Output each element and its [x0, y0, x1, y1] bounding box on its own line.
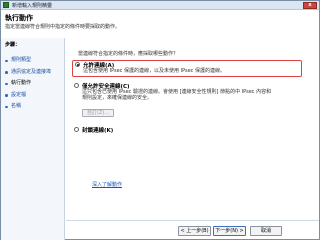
main-content: 當連線符合指定的條件時，應採取哪些動作？ 允許連線(A) 這包含使用 IPsec… — [66, 38, 319, 240]
page-description: 指定當連線符合規則中指定的條件時要採取的動作。 — [5, 24, 121, 30]
step-bullet-icon — [5, 94, 8, 97]
step-label: 執行動作 — [11, 80, 32, 86]
customize-button[interactable]: 自訂(Z)... — [82, 109, 114, 117]
allow-secure-radio[interactable] — [74, 83, 79, 88]
allow-secure-description-line: 規則設定，來確保連線的安全。 — [82, 95, 153, 101]
step-name[interactable]: 名稱 — [1, 101, 65, 113]
step-bullet-icon — [5, 59, 8, 62]
block-connection-option[interactable]: 封鎖連線(K) — [72, 126, 302, 136]
close-button[interactable]: x — [303, 2, 317, 9]
step-rule-type[interactable]: 規則類型 — [1, 55, 65, 67]
allow-connection-radio[interactable] — [75, 62, 80, 67]
page-title: 執行動作 — [5, 14, 33, 22]
allow-connection-option[interactable]: 允許連線(A) 這包含使用 IPsec 保護的連線，以及未使用 IPsec 保護… — [72, 60, 302, 77]
step-bullet-icon — [5, 82, 8, 85]
steps-heading: 步驟： — [5, 42, 21, 48]
step-label: 名稱 — [11, 103, 22, 109]
allow-secure-option[interactable]: 僅允許安全連線(C) 這只包含已使用 IPsec 驗證的連線。會使用 [連線安全… — [72, 82, 302, 120]
step-label: 設定檔 — [11, 91, 27, 98]
steps-sidebar: 步驟： 規則類型 通訊協定及連接埠 執行動作 設定檔 名稱 — [1, 38, 65, 240]
step-protocol-ports[interactable]: 通訊協定及連接埠 — [1, 67, 65, 79]
cancel-button[interactable]: 取消 — [250, 226, 282, 236]
allow-connection-description: 這包含使用 IPsec 保護的連線，以及未使用 IPsec 保護的連線。 — [83, 68, 226, 74]
footer-divider — [66, 220, 319, 221]
next-button[interactable]: 下一步(N) > — [213, 226, 246, 236]
step-bullet-icon — [5, 71, 8, 74]
learn-more-link[interactable]: 深入了解動作 — [92, 181, 122, 188]
allow-secure-description: 這只包含已使用 IPsec 驗證的連線。會使用 [連線安全性規則] 節點的中 I… — [82, 89, 271, 101]
step-action[interactable]: 執行動作 — [1, 78, 65, 90]
step-label: 通訊協定及連接埠 — [11, 68, 52, 75]
steps-list: 規則類型 通訊協定及連接埠 執行動作 設定檔 名稱 — [1, 55, 65, 113]
title-bar[interactable]: 新增輸入規則精靈 x — [1, 1, 319, 10]
step-bullet-icon — [5, 105, 8, 108]
window-title: 新增輸入規則精靈 — [12, 3, 53, 9]
wizard-header: 執行動作 指定當連線符合規則中指定的條件時要採取的動作。 — [1, 10, 319, 32]
step-profile[interactable]: 設定檔 — [1, 90, 65, 102]
back-button[interactable]: < 上一步(B) — [178, 226, 211, 236]
block-connection-radio[interactable] — [74, 127, 79, 132]
action-question: 當連線符合指定的條件時，應採取哪些動作？ — [78, 51, 179, 57]
firewall-app-icon — [3, 2, 9, 8]
step-label: 規則類型 — [11, 57, 32, 63]
wizard-window: 新增輸入規則精靈 x 執行動作 指定當連線符合規則中指定的條件時要採取的動作。 … — [0, 0, 320, 240]
block-connection-label[interactable]: 封鎖連線(K) — [82, 126, 113, 134]
